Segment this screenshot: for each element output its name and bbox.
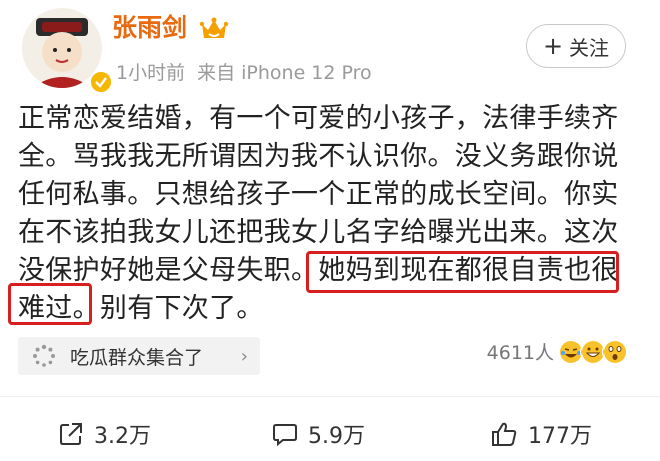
post-time: 1小时前 [116, 62, 186, 84]
comment-count: 5.9万 [308, 424, 365, 449]
like-count: 177万 [528, 424, 592, 449]
plus-icon: + [542, 32, 564, 60]
share-button[interactable]: 3.2万 [58, 418, 151, 450]
chevron-right-icon: › [240, 345, 248, 367]
action-bar: 3.2万 5.9万 177万 [0, 408, 660, 458]
verified-badge-icon [89, 70, 113, 94]
follow-button[interactable]: + 关注 [526, 24, 626, 68]
post-line: 全。骂我我无所谓因为我不认识你。没义务跟你说 [18, 141, 619, 172]
comment-icon [273, 424, 297, 447]
post-meta: 1小时前 来自 iPhone 12 Pro [116, 60, 372, 86]
follow-label: 关注 [569, 35, 610, 60]
like-button[interactable]: 177万 [490, 418, 592, 450]
topic-chip[interactable]: 吃瓜群众集合了 › [18, 337, 260, 375]
share-count: 3.2万 [94, 424, 151, 449]
topic-label: 吃瓜群众集合了 [70, 346, 204, 369]
avatar-container[interactable] [22, 8, 113, 94]
thumbs-up-icon [492, 422, 517, 446]
share-icon [60, 423, 82, 445]
post-line: 难过。别有下次了。 [18, 293, 264, 324]
username[interactable]: 张雨剑 [112, 12, 187, 44]
post-text: 正常恋爱结婚，有一个可爱的小孩子，法律手续齐 全。骂我我无所谓因为我不认识你。没… [18, 100, 648, 328]
highlight-box [8, 283, 92, 325]
crown-vip-icon [199, 16, 229, 42]
post-line: 任何私事。只想给孩子一个正常的成长空间。你实 [18, 179, 619, 210]
surprised-emoji-icon [602, 338, 628, 365]
post-source: 来自 iPhone 12 Pro [197, 62, 372, 84]
loading-spinner-icon [33, 344, 55, 367]
reaction-count: 4611人 [486, 342, 554, 364]
divider [0, 396, 660, 397]
post-line: 正常恋爱结婚，有一个可爱的小孩子，法律手续齐 [18, 103, 619, 134]
comment-button[interactable]: 5.9万 [272, 418, 365, 450]
post-line: 在不该拍我女儿还把我女儿名字给曝光出来。这次 [18, 217, 619, 248]
reactions-summary[interactable]: 4611人 [487, 338, 628, 365]
highlight-box [306, 251, 619, 293]
